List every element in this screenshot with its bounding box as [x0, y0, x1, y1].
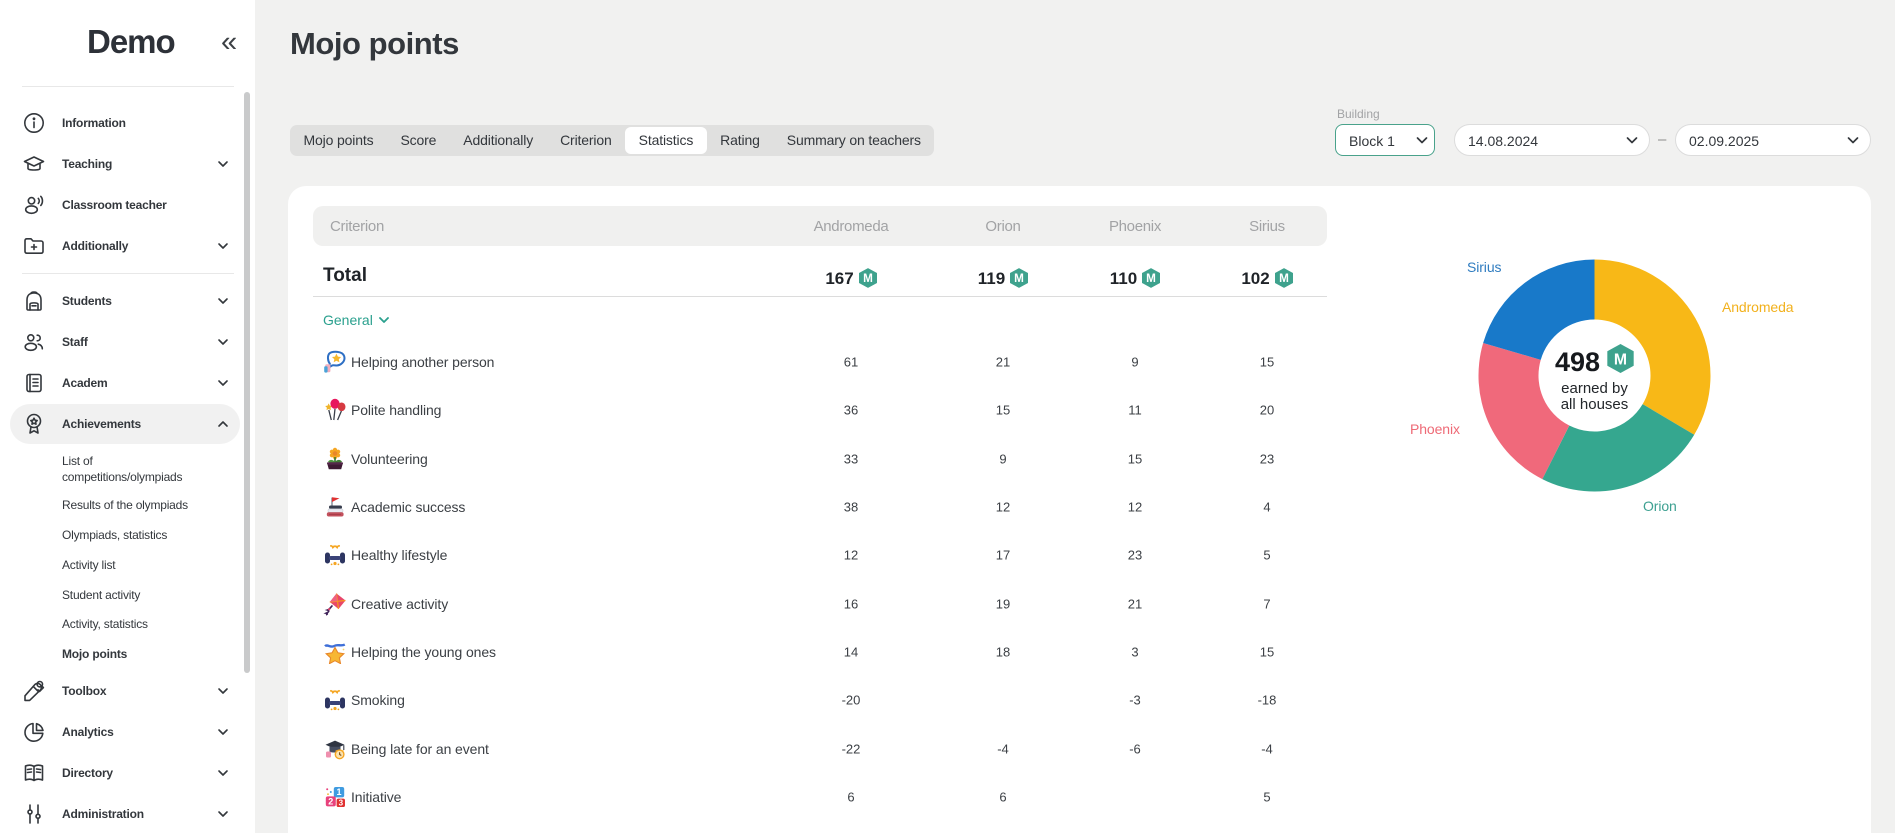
svg-text:1: 1	[336, 787, 341, 797]
svg-text:M: M	[1279, 272, 1289, 285]
svg-text:M: M	[1614, 351, 1627, 368]
svg-text:3: 3	[339, 798, 344, 807]
svg-text:2: 2	[328, 796, 333, 806]
svg-text:M: M	[1146, 272, 1156, 285]
svg-text:M: M	[1014, 272, 1024, 285]
svg-text:M: M	[863, 272, 873, 285]
